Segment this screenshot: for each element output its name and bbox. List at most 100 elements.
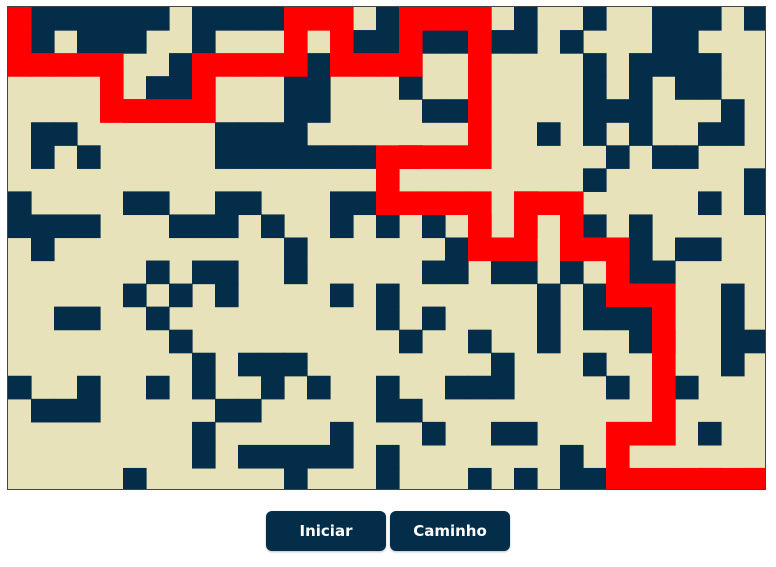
maze-path-cell <box>422 191 446 216</box>
maze-wall-cell <box>77 398 101 423</box>
maze-wall-cell <box>629 53 653 77</box>
maze-wall-cell <box>376 467 400 489</box>
maze-wall-cell <box>537 329 561 354</box>
maze-path-cell <box>606 444 630 469</box>
maze-wall-cell <box>215 398 239 423</box>
maze-wall-cell <box>123 467 147 489</box>
maze-grid <box>8 7 765 489</box>
maze-wall-cell <box>215 7 239 31</box>
maze-wall-cell <box>422 99 446 123</box>
maze-wall-cell <box>261 122 285 146</box>
maze-wall-cell <box>123 283 147 308</box>
maze-path-cell <box>261 53 285 77</box>
maze-wall-cell <box>606 99 630 123</box>
maze-path-cell <box>652 329 676 354</box>
maze-wall-cell <box>675 30 699 54</box>
maze-wall-cell <box>376 30 400 54</box>
maze-wall-cell <box>192 352 216 377</box>
maze-wall-cell <box>192 260 216 285</box>
maze-wall-cell <box>8 375 32 400</box>
maze-wall-cell <box>698 53 722 77</box>
maze-wall-cell <box>583 99 607 123</box>
maze-path-cell <box>8 53 32 77</box>
maze-path-cell <box>629 283 653 308</box>
maze-wall-cell <box>445 30 469 54</box>
maze-wall-cell <box>31 398 55 423</box>
maze-wall-cell <box>376 7 400 31</box>
start-button[interactable]: Iniciar <box>266 511 386 551</box>
maze-wall-cell <box>77 306 101 331</box>
maze-wall-cell <box>238 444 262 469</box>
maze-path-cell <box>606 237 630 262</box>
maze-wall-cell <box>399 398 423 423</box>
maze-wall-cell <box>31 30 55 54</box>
maze-wall-cell <box>31 122 55 146</box>
maze-path-cell <box>399 53 423 77</box>
maze-path-cell <box>652 306 676 331</box>
maze-wall-cell <box>376 444 400 469</box>
maze-wall-cell <box>100 7 124 31</box>
maze-wall-cell <box>652 30 676 54</box>
maze-path-cell <box>284 53 308 77</box>
maze-wall-cell <box>238 191 262 216</box>
maze-wall-cell <box>698 237 722 262</box>
maze-path-cell <box>307 7 331 31</box>
maze-path-cell <box>468 99 492 123</box>
maze-path-cell <box>169 99 193 123</box>
maze-wall-cell <box>583 122 607 146</box>
maze-path-cell <box>192 99 216 123</box>
maze-path-cell <box>100 53 124 77</box>
maze-path-cell <box>445 7 469 31</box>
maze-wall-cell <box>261 375 285 400</box>
maze-path-cell <box>652 375 676 400</box>
maze-wall-cell <box>629 214 653 239</box>
maze-wall-cell <box>169 283 193 308</box>
maze-wall-cell <box>146 260 170 285</box>
maze-wall-cell <box>376 375 400 400</box>
maze-wall-cell <box>422 30 446 54</box>
maze-wall-cell <box>146 7 170 31</box>
maze-wall-cell <box>376 283 400 308</box>
maze-path-cell <box>675 467 699 489</box>
maze-wall-cell <box>192 30 216 54</box>
maze-wall-cell <box>445 99 469 123</box>
maze-wall-cell <box>721 122 745 146</box>
maze-wall-cell <box>215 191 239 216</box>
maze-path-cell <box>399 191 423 216</box>
maze-path-cell <box>238 53 262 77</box>
maze-wall-cell <box>261 214 285 239</box>
maze-path-cell <box>468 237 492 262</box>
maze-wall-cell <box>261 444 285 469</box>
maze-wall-cell <box>445 375 469 400</box>
maze-path-cell <box>353 53 377 77</box>
maze-wall-cell <box>514 260 538 285</box>
path-button[interactable]: Caminho <box>390 511 510 551</box>
maze-wall-cell <box>422 214 446 239</box>
maze-wall-cell <box>192 421 216 446</box>
maze-path-cell <box>399 7 423 31</box>
maze-wall-cell <box>629 99 653 123</box>
maze-wall-cell <box>583 7 607 31</box>
maze-path-cell <box>376 168 400 192</box>
maze-wall-cell <box>675 237 699 262</box>
maze-wall-cell <box>284 352 308 377</box>
maze-wall-cell <box>215 145 239 169</box>
maze-wall-cell <box>491 260 515 285</box>
maze-path-cell <box>468 122 492 146</box>
maze-wall-cell <box>284 76 308 100</box>
maze-wall-cell <box>583 53 607 77</box>
maze-path-cell <box>468 214 492 239</box>
maze-wall-cell <box>698 122 722 146</box>
maze-wall-cell <box>468 329 492 354</box>
maze-wall-cell <box>284 260 308 285</box>
button-bar: Iniciar Caminho <box>0 511 776 551</box>
maze-path-cell <box>514 214 538 239</box>
maze-wall-cell <box>307 99 331 123</box>
maze-wall-cell <box>491 30 515 54</box>
maze-wall-cell <box>31 214 55 239</box>
maze-wall-cell <box>652 53 676 77</box>
maze-path-cell <box>146 99 170 123</box>
maze-path-cell <box>445 191 469 216</box>
maze-wall-cell <box>330 191 354 216</box>
maze-wall-cell <box>284 444 308 469</box>
